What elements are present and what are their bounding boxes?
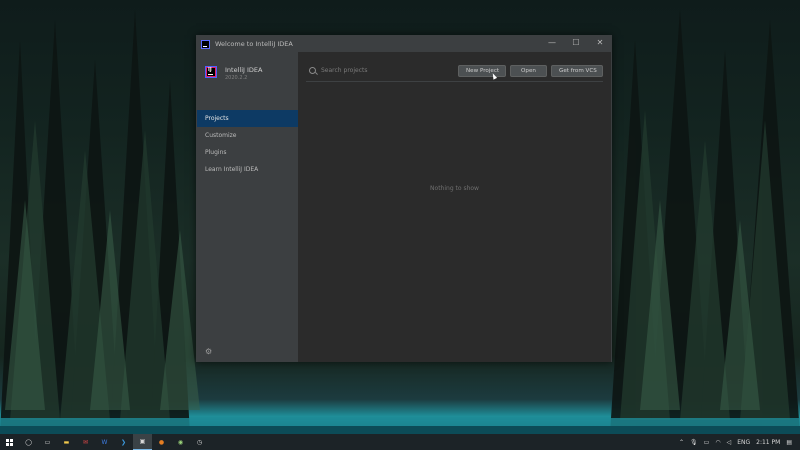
windows-start-icon[interactable] [0,434,19,450]
sidebar-item-customize[interactable]: Customize [197,127,298,144]
intellij-app-icon [201,39,210,49]
window-controls: — ☐ ✕ [547,38,605,47]
battery-icon[interactable]: ▭ [704,439,710,446]
task-view-icon[interactable]: ▭ [38,434,57,450]
firefox-icon[interactable]: ● [152,434,171,450]
language-indicator[interactable]: ENG [737,439,750,446]
search-box [306,67,454,74]
product-version: 2020.2.2 [225,75,248,81]
windows-taskbar: ◯ ▭ ▬ ✉ W ❯ ▣ ● ◉ ◷ ⌃ 🎙 ▭ ◠ ◁ ENG 2:11 P… [0,434,800,450]
sidebar-item-learn[interactable]: Learn IntelliJ IDEA [197,161,298,178]
search-icon [309,67,316,74]
notification-icon[interactable]: ▤ [786,439,792,446]
open-button[interactable]: Open [510,64,547,77]
minimize-button[interactable]: — [547,38,557,47]
gear-icon[interactable]: ⚙ [205,347,212,356]
sidebar: IntelliJ IDEA 2020.2.2 Projects Customiz… [197,52,298,362]
window-title: Welcome to IntelliJ IDEA [215,40,293,48]
empty-projects-message: Nothing to show [430,185,479,192]
file-explorer-icon[interactable]: ▬ [57,434,76,450]
get-from-vcs-button[interactable]: Get from VCS [551,64,603,77]
mail-icon[interactable]: ✉ [76,434,95,450]
projects-toolbar: New Project Open Get from VCS [306,60,603,82]
intellij-logo-icon [205,66,217,78]
wifi-icon[interactable]: ◠ [715,439,720,446]
search-input[interactable] [321,67,451,74]
intellij-icon[interactable]: ▣ [133,434,152,450]
clock-time[interactable]: 2:11 PM [756,439,780,446]
product-name: IntelliJ IDEA [225,66,263,74]
volume-icon[interactable]: ◁ [727,439,732,446]
chevron-up-icon[interactable]: ⌃ [679,439,684,446]
sidebar-item-projects[interactable]: Projects [197,110,298,127]
vscode-icon[interactable]: ❯ [114,434,133,450]
cortana-icon[interactable]: ◯ [19,434,38,450]
projects-panel: New Project Open Get from VCS Nothing to… [298,52,611,362]
welcome-window: Welcome to IntelliJ IDEA — ☐ ✕ IntelliJ … [196,35,612,362]
microphone-icon[interactable]: 🎙 [690,439,698,446]
window-titlebar[interactable]: Welcome to IntelliJ IDEA — ☐ ✕ [197,36,611,52]
system-tray: ⌃ 🎙 ▭ ◠ ◁ ENG 2:11 PM ▤ [679,439,800,446]
close-button[interactable]: ✕ [595,38,605,47]
clock-app-icon[interactable]: ◷ [190,434,209,450]
word-icon[interactable]: W [95,434,114,450]
product-header: IntelliJ IDEA 2020.2.2 [197,52,298,110]
maximize-button[interactable]: ☐ [571,38,581,47]
chrome-icon[interactable]: ◉ [171,434,190,450]
sidebar-item-plugins[interactable]: Plugins [197,144,298,161]
new-project-button[interactable]: New Project [458,64,506,77]
